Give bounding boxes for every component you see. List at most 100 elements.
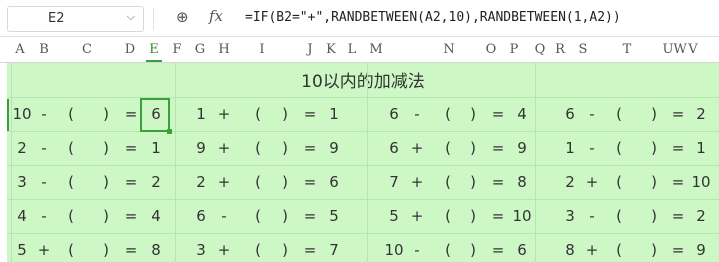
cell[interactable]: + bbox=[212, 139, 236, 157]
cell[interactable]: = bbox=[486, 241, 510, 259]
column-header-r[interactable]: R bbox=[552, 42, 568, 57]
cell[interactable]: ( bbox=[59, 241, 83, 259]
column-header-b[interactable]: B bbox=[36, 42, 52, 57]
cell[interactable]: ( bbox=[607, 139, 631, 157]
column-header-c[interactable]: C bbox=[79, 42, 95, 57]
column-header-p[interactable]: P bbox=[506, 42, 522, 57]
column-header-o[interactable]: O bbox=[483, 42, 499, 57]
cell[interactable]: - bbox=[212, 207, 236, 225]
cell[interactable]: ( bbox=[246, 207, 270, 225]
column-header-n[interactable]: N bbox=[441, 42, 457, 57]
cell[interactable]: 6 bbox=[510, 241, 534, 259]
cell[interactable]: ) bbox=[273, 173, 297, 191]
column-header-j[interactable]: J bbox=[302, 42, 318, 57]
name-box[interactable]: E2 ⌵ bbox=[7, 6, 144, 32]
cell[interactable]: 3 bbox=[558, 207, 582, 225]
cell[interactable]: 5 bbox=[10, 241, 34, 259]
cell[interactable]: 5 bbox=[382, 207, 406, 225]
cell[interactable]: = bbox=[486, 207, 510, 225]
cell[interactable]: ) bbox=[94, 241, 118, 259]
cell[interactable]: 5 bbox=[322, 207, 346, 225]
zoom-icon[interactable]: ⊕ bbox=[176, 8, 189, 26]
cell[interactable]: 1 bbox=[189, 105, 213, 123]
column-header-d[interactable]: D bbox=[122, 42, 138, 57]
cell[interactable]: ( bbox=[59, 173, 83, 191]
cell[interactable]: 4 bbox=[144, 207, 168, 225]
cell[interactable]: 9 bbox=[322, 139, 346, 157]
cell[interactable]: 10 bbox=[10, 105, 34, 123]
cell[interactable]: = bbox=[298, 241, 322, 259]
column-header-f[interactable]: F bbox=[169, 42, 185, 57]
cell[interactable]: ) bbox=[642, 105, 666, 123]
selected-cell-e2[interactable] bbox=[140, 98, 170, 132]
cell[interactable]: 8 bbox=[144, 241, 168, 259]
cell[interactable]: ( bbox=[607, 207, 631, 225]
column-header-w[interactable]: W bbox=[672, 42, 688, 57]
cell[interactable]: 6 bbox=[189, 207, 213, 225]
cell[interactable]: - bbox=[32, 105, 56, 123]
cell[interactable]: + bbox=[32, 241, 56, 259]
cell[interactable]: 2 bbox=[689, 207, 713, 225]
cell[interactable]: 9 bbox=[510, 139, 534, 157]
cell[interactable]: 6 bbox=[558, 105, 582, 123]
cell[interactable]: = bbox=[666, 105, 690, 123]
cell[interactable]: ( bbox=[246, 105, 270, 123]
cell[interactable]: = bbox=[666, 207, 690, 225]
cell[interactable]: - bbox=[32, 173, 56, 191]
cell[interactable]: 6 bbox=[382, 139, 406, 157]
fx-icon[interactable]: fx bbox=[209, 7, 223, 25]
cell[interactable]: = bbox=[119, 139, 143, 157]
cell[interactable]: ( bbox=[59, 207, 83, 225]
cell[interactable]: = bbox=[119, 173, 143, 191]
formula-input[interactable]: =IF(B2="+",RANDBETWEEN(A2,10),RANDBETWEE… bbox=[245, 10, 621, 25]
column-header-h[interactable]: H bbox=[216, 42, 232, 57]
cell[interactable]: 8 bbox=[558, 241, 582, 259]
cell[interactable]: 2 bbox=[189, 173, 213, 191]
column-header-s[interactable]: S bbox=[575, 42, 591, 57]
column-header-g[interactable]: G bbox=[192, 42, 208, 57]
cell[interactable]: ) bbox=[642, 241, 666, 259]
cell[interactable]: 7 bbox=[382, 173, 406, 191]
cell[interactable]: ( bbox=[436, 139, 460, 157]
cell[interactable]: = bbox=[298, 139, 322, 157]
cell[interactable]: 1 bbox=[322, 105, 346, 123]
cell[interactable]: = bbox=[666, 173, 690, 191]
cell[interactable]: = bbox=[666, 139, 690, 157]
cell[interactable]: ) bbox=[642, 173, 666, 191]
cell[interactable]: 6 bbox=[382, 105, 406, 123]
cell[interactable]: 10 bbox=[510, 207, 534, 225]
column-header-l[interactable]: L bbox=[344, 42, 360, 57]
cell[interactable]: ( bbox=[436, 105, 460, 123]
cell[interactable]: + bbox=[580, 241, 604, 259]
column-header-m[interactable]: M bbox=[368, 42, 384, 57]
cell[interactable]: + bbox=[405, 173, 429, 191]
cell[interactable]: ( bbox=[436, 241, 460, 259]
cell[interactable]: ) bbox=[642, 207, 666, 225]
cell[interactable]: ) bbox=[273, 207, 297, 225]
cell[interactable]: + bbox=[405, 139, 429, 157]
cell[interactable]: 10 bbox=[689, 173, 713, 191]
column-header-i[interactable]: I bbox=[254, 42, 270, 57]
cell[interactable]: = bbox=[298, 207, 322, 225]
cell[interactable]: 4 bbox=[510, 105, 534, 123]
cell[interactable]: = bbox=[486, 139, 510, 157]
cell[interactable]: ) bbox=[642, 139, 666, 157]
cell[interactable]: ( bbox=[246, 241, 270, 259]
cell[interactable]: ( bbox=[59, 105, 83, 123]
column-header-t[interactable]: T bbox=[619, 42, 635, 57]
cell[interactable]: ( bbox=[607, 173, 631, 191]
cell[interactable]: 1 bbox=[558, 139, 582, 157]
cell[interactable]: - bbox=[405, 241, 429, 259]
cell[interactable]: ( bbox=[246, 173, 270, 191]
cell[interactable]: - bbox=[580, 105, 604, 123]
cell[interactable]: ) bbox=[461, 207, 485, 225]
cell[interactable]: ) bbox=[461, 241, 485, 259]
cell[interactable]: 3 bbox=[189, 241, 213, 259]
cell[interactable]: + bbox=[405, 207, 429, 225]
sheet-area[interactable]: 10以内的加减法 10-() = 6 1 +() = 1 6-() = 4 6-() = 2 2-() = 1… bbox=[7, 63, 719, 262]
cell[interactable]: 8 bbox=[510, 173, 534, 191]
cell[interactable]: 10 bbox=[382, 241, 406, 259]
cell[interactable]: ) bbox=[461, 173, 485, 191]
cell[interactable]: 9 bbox=[189, 139, 213, 157]
cell[interactable]: 4 bbox=[10, 207, 34, 225]
